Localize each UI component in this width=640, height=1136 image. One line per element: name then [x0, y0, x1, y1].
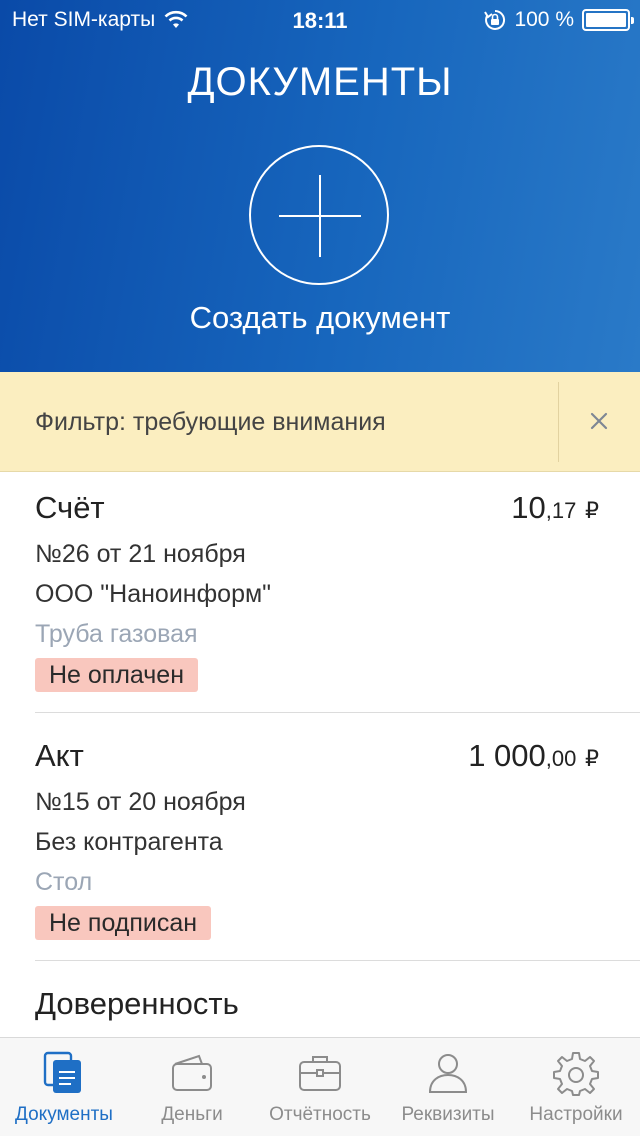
tab-label: Отчётность — [269, 1104, 371, 1125]
document-type: Акт — [35, 738, 84, 773]
document-amount: 1 000,00 ₽ — [468, 738, 599, 774]
page-title: ДОКУМЕНТЫ — [187, 60, 453, 104]
amount-main: 10 — [511, 490, 546, 525]
header: Нет SIM-карты 18:11 100 % ДОКУМЕНТЫ Созд… — [0, 0, 640, 372]
tab-documents[interactable]: Документы — [0, 1038, 128, 1136]
document-item[interactable]: Акт 1 000,00 ₽ №15 от 20 ноября Без конт… — [35, 738, 605, 958]
filter-divider — [558, 382, 559, 462]
document-number: №15 от 20 ноября — [35, 788, 246, 816]
documents-icon — [43, 1051, 81, 1093]
currency-sign: ₽ — [585, 498, 599, 523]
document-item-name: Труба газовая — [35, 620, 198, 648]
document-counterparty: Без контрагента — [35, 828, 223, 856]
currency-sign: ₽ — [585, 746, 599, 771]
document-number: №26 от 21 ноября — [35, 540, 246, 568]
tab-label: Настройки — [529, 1104, 623, 1125]
wallet-icon — [172, 1054, 212, 1091]
close-icon[interactable] — [584, 406, 614, 436]
tab-reports[interactable]: Отчётность — [256, 1038, 384, 1136]
gear-icon — [553, 1052, 599, 1096]
status-right: 100 % — [484, 8, 634, 32]
briefcase-icon — [299, 1056, 341, 1091]
document-item[interactable]: Счёт 10,17 ₽ №26 от 21 ноября ООО "Нанои… — [35, 490, 605, 710]
amount-main: 1 000 — [468, 738, 546, 773]
status-badge: Не оплачен — [35, 658, 199, 692]
create-document-button[interactable] — [249, 145, 389, 285]
amount-cents: ,17 — [545, 498, 577, 523]
battery-icon — [582, 9, 634, 31]
document-item-name: Стол — [35, 868, 93, 896]
document-counterparty: ООО "Наноинформ" — [35, 580, 272, 608]
status-badge: Не подписан — [35, 906, 212, 940]
tab-settings[interactable]: Настройки — [512, 1038, 640, 1136]
rotation-lock-icon — [484, 9, 506, 30]
create-document-label[interactable]: Создать документ — [0, 300, 640, 336]
document-type: Доверенность — [35, 986, 239, 1021]
tab-money[interactable]: Деньги — [128, 1038, 256, 1136]
list-divider — [35, 712, 640, 713]
plus-icon-v — [319, 175, 321, 257]
document-amount: 10,17 ₽ — [511, 490, 599, 526]
person-icon — [428, 1054, 468, 1093]
tab-requisites[interactable]: Реквизиты — [384, 1038, 512, 1136]
amount-cents: ,00 — [545, 746, 577, 771]
tab-label: Реквизиты — [401, 1104, 495, 1125]
battery-label: 100 % — [514, 8, 574, 31]
tab-bar: Документы Деньги Отчётность Реквизиты На… — [0, 1037, 640, 1136]
list-divider — [35, 960, 640, 961]
filter-bar: Фильтр: требующие внимания — [0, 372, 640, 472]
tab-label: Документы — [15, 1104, 113, 1125]
tab-label: Деньги — [161, 1104, 223, 1125]
document-type: Счёт — [35, 490, 105, 525]
status-bar: Нет SIM-карты 18:11 100 % — [0, 0, 640, 40]
filter-label: Фильтр: требующие внимания — [35, 408, 386, 436]
